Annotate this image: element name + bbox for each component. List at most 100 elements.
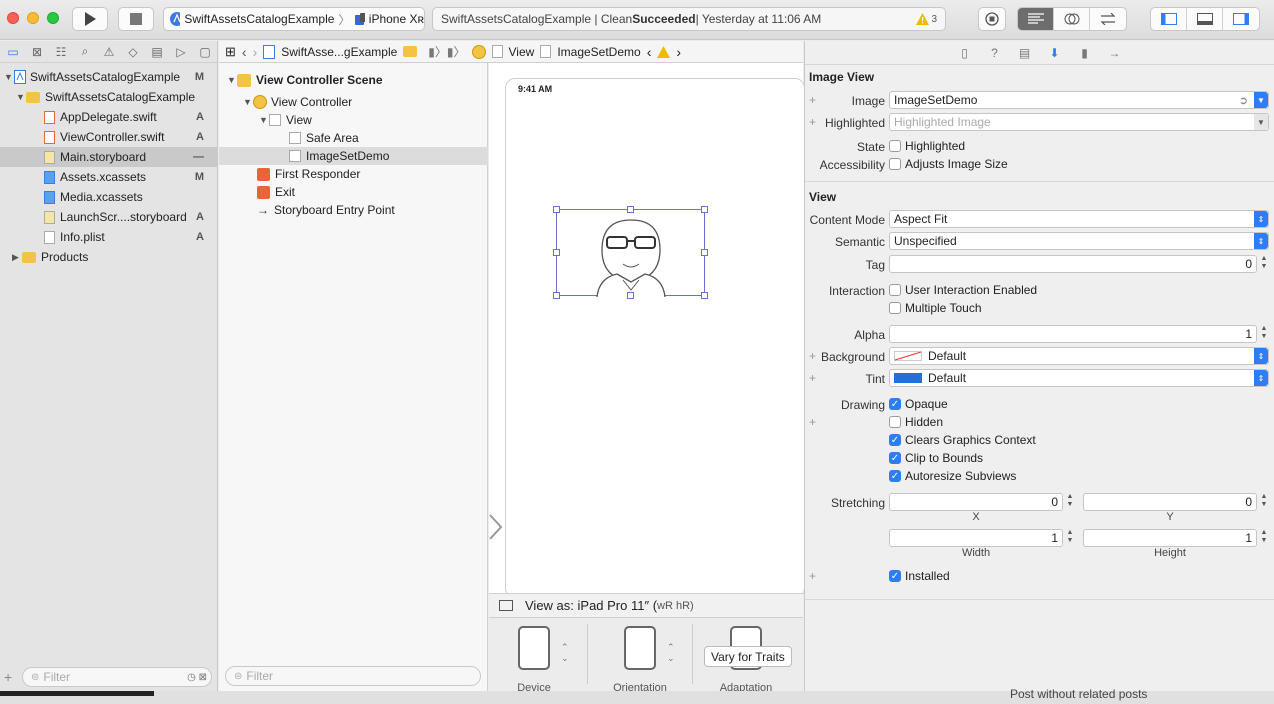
breadcrumb-view[interactable]: View <box>509 45 535 59</box>
stretch-x-stepper[interactable]: ▲ ▼ <box>1065 493 1075 511</box>
add-icon[interactable]: + <box>4 669 12 685</box>
quick-help-icon[interactable]: ? <box>985 44 1005 62</box>
attributes-inspector-icon[interactable]: ⬇ <box>1045 44 1065 62</box>
breadcrumb-imageview[interactable]: ImageSetDemo <box>557 45 640 59</box>
warning-indicator[interactable]: 3 <box>916 13 937 25</box>
forward-button[interactable]: › <box>253 44 258 60</box>
run-button[interactable] <box>72 7 108 31</box>
outline-scene[interactable]: ▼ View Controller Scene <box>219 71 488 89</box>
tree-item-media[interactable]: Media.xcassets <box>0 187 218 207</box>
close-window-button[interactable] <box>7 12 19 24</box>
outline-filter-field[interactable]: ⊜ Filter <box>225 666 481 686</box>
related-items-icon[interactable]: ⊞ <box>225 44 236 60</box>
orientation-trait[interactable]: Orientation <box>604 618 676 694</box>
add-variation-icon[interactable]: + <box>809 569 816 583</box>
size-inspector-icon[interactable]: ▮ <box>1075 44 1095 62</box>
stretch-width-field[interactable]: 1 <box>889 529 1063 547</box>
tree-item-infoplist[interactable]: Info.plist A <box>0 227 218 247</box>
alpha-field[interactable]: 1 <box>889 325 1257 343</box>
stretch-y-stepper[interactable]: ▲ ▼ <box>1259 493 1269 511</box>
semantic-popup[interactable]: Unspecified ⇕ <box>889 232 1269 250</box>
breadcrumb-project[interactable]: SwiftAsse...gExample <box>281 45 397 59</box>
disclosure-triangle-icon[interactable]: ▼ <box>243 97 253 107</box>
tree-item-project[interactable]: ▼ SwiftAssetsCatalogExample M <box>0 67 218 87</box>
chevron-down-icon[interactable]: ▼ <box>1254 114 1268 130</box>
storyboard-canvas[interactable]: 9:41 AM <box>489 63 805 598</box>
stretch-width-stepper[interactable]: ▲ ▼ <box>1065 529 1075 547</box>
toggle-inspector-button[interactable] <box>1223 8 1259 30</box>
tree-item-appdelegate[interactable]: AppDelegate.swift A <box>0 107 218 127</box>
resize-handle[interactable] <box>701 206 708 213</box>
disclosure-triangle-icon[interactable]: ▼ <box>16 92 26 102</box>
toggle-navigator-button[interactable] <box>1151 8 1187 30</box>
sidebar-toggle-icon[interactable] <box>499 600 513 611</box>
folder-icon[interactable] <box>403 46 418 57</box>
outline-first-responder[interactable]: First Responder <box>219 165 488 183</box>
stretch-height-field[interactable]: 1 <box>1083 529 1257 547</box>
stretch-x-field[interactable]: 0 <box>889 493 1063 511</box>
disclosure-triangle-collapsed-icon[interactable]: ▶ <box>12 252 22 263</box>
hidden-checkbox[interactable] <box>889 416 901 428</box>
folder-icon[interactable]: ▭ <box>4 44 22 60</box>
scene-crumb-icon[interactable] <box>471 44 486 59</box>
autoresize-checkbox[interactable]: ✓ <box>889 470 901 482</box>
tree-item-group[interactable]: ▼ SwiftAssetsCatalogExample <box>0 87 218 107</box>
tree-item-assets[interactable]: Assets.xcassets M <box>0 167 218 187</box>
tag-stepper[interactable]: ▲ ▼ <box>1259 255 1269 273</box>
identity-inspector-icon[interactable]: ▤ <box>1015 44 1035 62</box>
alpha-stepper[interactable]: ▲ ▼ <box>1259 325 1269 343</box>
outline-entry-point[interactable]: → Storyboard Entry Point <box>219 201 488 219</box>
highlighted-image-combo[interactable]: Highlighted Image ▼ <box>889 113 1269 131</box>
version-editor-button[interactable] <box>1090 8 1126 30</box>
outline-view-controller[interactable]: ▼ View Controller <box>219 93 488 111</box>
disclosure-triangle-icon[interactable]: ▼ <box>259 115 269 125</box>
resize-handle[interactable] <box>553 249 560 256</box>
multiple-touch-checkbox[interactable] <box>889 302 901 314</box>
stop-button[interactable] <box>118 7 154 31</box>
resize-handle[interactable] <box>627 206 634 213</box>
tree-item-products[interactable]: ▶ Products <box>0 247 218 267</box>
tree-item-main-storyboard[interactable]: Main.storyboard — <box>0 147 218 167</box>
user-interaction-checkbox[interactable] <box>889 284 901 296</box>
stepper-icon[interactable]: ⌃ ⌄ <box>561 642 569 664</box>
toggle-debug-area-button[interactable] <box>1187 8 1223 30</box>
opaque-checkbox[interactable]: ✓ <box>889 398 901 410</box>
installed-checkbox[interactable]: ✓ <box>889 570 901 582</box>
tint-color-popup[interactable]: Default ⇕ <box>889 369 1269 387</box>
scheme-selector[interactable]: SwiftAssetsCatalogExample 〉 iPhone Xʀ <box>163 7 425 31</box>
stepper-icon[interactable]: ⌃ ⌄ <box>667 642 675 664</box>
stretch-y-field[interactable]: 0 <box>1083 493 1257 511</box>
resize-handle[interactable] <box>701 292 708 299</box>
disclosure-triangle-icon[interactable]: ▼ <box>227 75 237 85</box>
highlighted-checkbox[interactable] <box>889 140 901 152</box>
outline-safe-area[interactable]: Safe Area <box>219 129 488 147</box>
background-color-popup[interactable]: Default ⇕ <box>889 347 1269 365</box>
arrow-circle-icon[interactable]: ➲ <box>1239 94 1248 107</box>
content-mode-popup[interactable]: Aspect Fit ⇕ <box>889 210 1269 228</box>
storyboard-crumb-icon[interactable]: ▮〉▮〉 <box>428 43 465 60</box>
outline-imageview[interactable]: ImageSetDemo <box>219 147 488 165</box>
navigator-filter-field[interactable]: ⊜ Filter ◷ ⊠ <box>22 667 212 687</box>
resize-handle[interactable] <box>553 206 560 213</box>
connections-inspector-icon[interactable]: → <box>1105 44 1125 62</box>
view-as-label[interactable]: View as: iPad Pro 11″ ( <box>525 598 657 613</box>
test-icon[interactable]: ◇ <box>124 44 142 60</box>
library-button[interactable] <box>978 7 1006 31</box>
next-issue-button[interactable]: › <box>676 44 681 60</box>
issue-icon[interactable]: ⚠ <box>100 44 118 60</box>
add-variation-icon[interactable]: + <box>809 415 816 429</box>
previous-issue-button[interactable]: ‹ <box>647 44 652 60</box>
report-icon[interactable]: ▢ <box>196 44 214 60</box>
image-combo[interactable]: ImageSetDemo ➲ ▼ <box>889 91 1269 109</box>
tree-item-viewcontroller[interactable]: ViewController.swift A <box>0 127 218 147</box>
outline-exit[interactable]: Exit <box>219 183 488 201</box>
source-control-icon[interactable]: ⊠ <box>28 44 46 60</box>
image-view-selection[interactable] <box>553 206 708 299</box>
zoom-window-button[interactable] <box>47 12 59 24</box>
assistant-editor-button[interactable] <box>1054 8 1090 30</box>
standard-editor-button[interactable] <box>1018 8 1054 30</box>
tree-item-launchscreen[interactable]: LaunchScr....storyboard A <box>0 207 218 227</box>
chevron-down-icon[interactable]: ▼ <box>1254 92 1268 108</box>
warning-icon[interactable] <box>657 45 671 58</box>
breakpoint-icon[interactable]: ▷ <box>172 44 190 60</box>
